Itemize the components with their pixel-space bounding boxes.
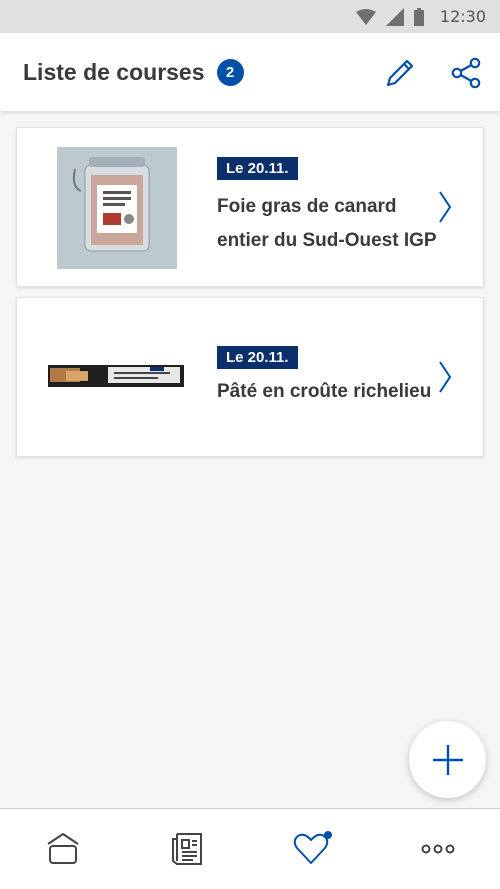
brochure-icon xyxy=(171,833,202,865)
edit-button[interactable] xyxy=(380,53,420,93)
item-name: Pâté en croûte richelieu xyxy=(217,381,432,402)
wifi-icon xyxy=(355,8,376,25)
status-time: 12:30 xyxy=(439,7,486,26)
notification-dot xyxy=(323,831,332,839)
battery-icon xyxy=(413,7,424,26)
chevron-right-icon xyxy=(439,361,452,393)
item-name: Foie gras de canard entier du Sud-Ouest … xyxy=(217,196,437,251)
nav-favorites[interactable] xyxy=(250,809,375,889)
chevron-right-icon xyxy=(439,191,452,223)
shopping-list: Le 20.11. Foie gras de canard entier du … xyxy=(0,111,500,808)
app-header: Liste de courses 2 xyxy=(0,33,500,111)
item-info: Le 20.11. Pâté en croûte richelieu xyxy=(217,346,437,409)
share-icon xyxy=(451,57,481,89)
nav-more[interactable] xyxy=(375,809,500,889)
status-bar: 12:30 xyxy=(0,0,500,33)
item-count-badge: 2 xyxy=(216,58,244,86)
nav-home[interactable] xyxy=(0,809,125,889)
share-button[interactable] xyxy=(446,53,486,93)
foie-gras-jar-image xyxy=(57,147,177,269)
page-title: Liste de courses xyxy=(23,58,205,85)
date-badge: Le 20.11. xyxy=(217,157,298,180)
bottom-nav xyxy=(0,808,500,889)
nav-brochure[interactable] xyxy=(125,809,250,889)
heart-icon xyxy=(293,831,332,864)
more-icon xyxy=(421,844,454,854)
pencil-icon xyxy=(386,59,414,87)
plus-icon xyxy=(432,744,463,775)
add-item-button[interactable] xyxy=(409,721,486,798)
pate-en-croute-package-image xyxy=(48,361,184,393)
item-info: Le 20.11. Foie gras de canard entier du … xyxy=(217,157,437,258)
home-icon xyxy=(46,833,79,864)
signal-icon xyxy=(385,7,404,26)
list-item-pate-en-croute[interactable]: Le 20.11. Pâté en croûte richelieu xyxy=(16,297,484,457)
date-badge: Le 20.11. xyxy=(217,346,298,369)
list-item-foie-gras[interactable]: Le 20.11. Foie gras de canard entier du … xyxy=(16,127,484,287)
